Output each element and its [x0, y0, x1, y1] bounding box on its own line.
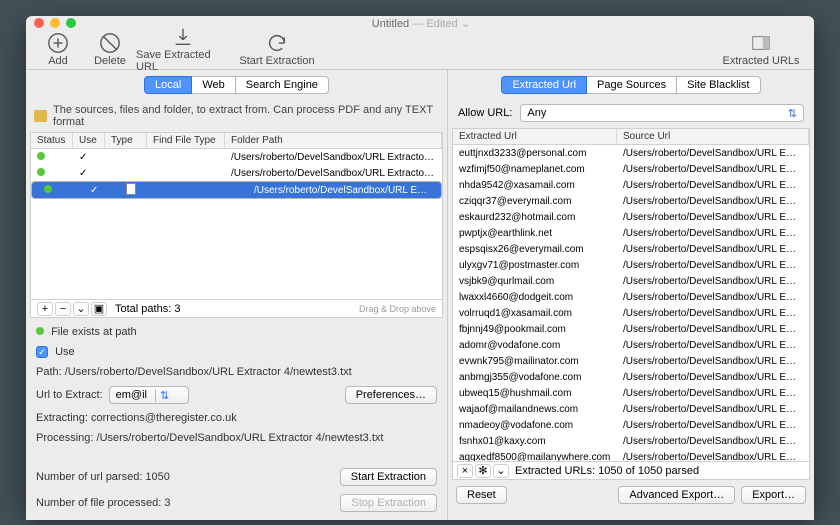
panel-icon [750, 32, 772, 54]
close-icon[interactable] [34, 18, 44, 28]
table-row[interactable]: ubweq15@hushmail.com/Users/roberto/Devel… [453, 385, 809, 401]
file-icon [126, 183, 136, 195]
file-exists-label: File exists at path [51, 326, 137, 338]
allow-url-label: Allow URL: [458, 107, 512, 119]
action-menu-button[interactable]: ⌄ [73, 302, 89, 316]
table-row[interactable]: ✓/Users/roberto/DevelSandbox/URL Extract… [31, 165, 442, 181]
table-row[interactable]: eskaurd232@hotmail.com/Users/roberto/Dev… [453, 209, 809, 225]
col-status[interactable]: Status [31, 133, 73, 148]
edited-indicator: — Edited [412, 18, 457, 30]
table-row[interactable]: nmadeoy@vodafone.com/Users/roberto/Devel… [453, 417, 809, 433]
no-entry-icon [99, 32, 121, 54]
table-row[interactable]: lwaxxl4660@dodgeit.com/Users/roberto/Dev… [453, 289, 809, 305]
left-tabs: Local Web Search Engine [26, 70, 447, 100]
table-row[interactable]: volrruqd1@xasamail.com/Users/roberto/Dev… [453, 305, 809, 321]
parsed-count: Number of url parsed: 1050 [36, 471, 170, 483]
minimize-icon[interactable] [50, 18, 60, 28]
preferences-button[interactable]: Preferences… [345, 386, 437, 404]
processing-status: Processing: /Users/roberto/DevelSandbox/… [26, 428, 447, 448]
start-extraction-button-2[interactable]: Start Extraction [340, 468, 437, 486]
dropdown-button[interactable]: ⌄ [493, 464, 509, 478]
delete-button[interactable]: Delete [84, 32, 136, 67]
table-row[interactable]: fbjnnj49@pookmail.com/Users/roberto/Deve… [453, 321, 809, 337]
extracted-footer: × ✻ ⌄ Extracted URLs: 1050 of 1050 parse… [453, 461, 809, 479]
toolbar: Add Delete Save Extracted URL Start Extr… [26, 30, 814, 70]
table-row[interactable]: ✓/Users/roberto/DevelSandbox/URL Extract… [31, 181, 442, 199]
reveal-button[interactable]: ▣ [91, 302, 107, 316]
source-hint: The sources, files and folder, to extrac… [26, 100, 447, 132]
remove-path-button[interactable]: − [55, 302, 71, 316]
right-tabs: Extracted Url Page Sources Site Blacklis… [448, 70, 814, 100]
right-pane: Extracted Url Page Sources Site Blacklis… [448, 70, 814, 520]
table-row[interactable]: cziqqr37@everymail.com/Users/roberto/Dev… [453, 193, 809, 209]
stop-extraction-button: Stop Extraction [340, 494, 437, 512]
tab-page-sources[interactable]: Page Sources [587, 76, 677, 94]
table-row[interactable]: nhda9542@xasamail.com/Users/roberto/Deve… [453, 177, 809, 193]
window-title: Untitled [372, 18, 409, 30]
col-fft[interactable]: Find File Type [147, 133, 225, 148]
table-row[interactable]: ✓/Users/roberto/DevelSandbox/URL Extract… [31, 149, 442, 165]
download-icon [172, 26, 194, 48]
refresh-icon [266, 32, 288, 54]
drag-drop-hint: Drag & Drop above [359, 304, 436, 314]
tab-local[interactable]: Local [144, 76, 192, 94]
zoom-icon[interactable] [66, 18, 76, 28]
table-row[interactable]: fsnhx01@kaxy.com/Users/roberto/DevelSand… [453, 433, 809, 449]
allow-url-select[interactable]: Any⇅ [520, 104, 804, 122]
col-extracted-url[interactable]: Extracted Url [453, 129, 617, 144]
url-to-extract-label: Url to Extract: [36, 389, 103, 401]
tab-web[interactable]: Web [192, 76, 235, 94]
clear-button[interactable]: × [457, 464, 473, 478]
plus-circle-icon [47, 32, 69, 54]
table-row[interactable]: wajaof@mailandnews.com/Users/roberto/Dev… [453, 401, 809, 417]
table-row[interactable]: ulyxgv71@postmaster.com/Users/roberto/De… [453, 257, 809, 273]
col-source-url[interactable]: Source Url [617, 129, 809, 144]
extracting-status: Extracting: corrections@theregister.co.u… [26, 408, 447, 428]
table-row[interactable]: wzfimjf50@nameplanet.com/Users/roberto/D… [453, 161, 809, 177]
status-dot-icon [37, 152, 45, 160]
reset-button[interactable]: Reset [456, 486, 507, 504]
save-url-button[interactable]: Save Extracted URL [136, 26, 230, 73]
app-window: Untitled — Edited ⌄ Add Delete Save Extr… [26, 16, 814, 510]
sources-table: Status Use Type Find File Type Folder Pa… [30, 132, 443, 318]
status-dot-icon [44, 185, 52, 193]
start-extraction-button[interactable]: Start Extraction [230, 32, 324, 67]
sources-footer: + − ⌄ ▣ Total paths: 3 Drag & Drop above [31, 299, 442, 317]
tab-search-engine[interactable]: Search Engine [236, 76, 329, 94]
use-label: Use [55, 346, 75, 358]
tab-extracted-url[interactable]: Extracted Url [501, 76, 587, 94]
table-row[interactable]: adomr@vodafone.com/Users/roberto/DevelSa… [453, 337, 809, 353]
add-path-button[interactable]: + [37, 302, 53, 316]
left-pane: Local Web Search Engine The sources, fil… [26, 70, 448, 520]
table-row[interactable]: euttjnxd3233@personal.com/Users/roberto/… [453, 145, 809, 161]
col-folder[interactable]: Folder Path [225, 133, 442, 148]
use-checkbox[interactable]: ✓ [36, 346, 48, 358]
total-paths: Total paths: 3 [115, 303, 180, 315]
table-row[interactable]: evwnk795@mailinator.com/Users/roberto/De… [453, 353, 809, 369]
extracted-urls-toggle[interactable]: Extracted URLs [714, 32, 808, 67]
table-row[interactable]: anbmgj355@vodafone.com/Users/roberto/Dev… [453, 369, 809, 385]
status-dot-icon [37, 168, 45, 176]
extracted-table: Extracted Url Source Url euttjnxd3233@pe… [452, 128, 810, 480]
table-row[interactable]: pwptjx@earthlink.net/Users/roberto/Devel… [453, 225, 809, 241]
folder-icon [34, 110, 47, 122]
export-button[interactable]: Export… [741, 486, 806, 504]
tab-site-blacklist[interactable]: Site Blacklist [677, 76, 760, 94]
table-row[interactable]: vsjbk9@qurlmail.com/Users/roberto/DevelS… [453, 273, 809, 289]
table-row[interactable]: aqqxedf8500@mailanywhere.com/Users/rober… [453, 449, 809, 461]
table-row[interactable]: espsqisx26@everymail.com/Users/roberto/D… [453, 241, 809, 257]
col-type[interactable]: Type [105, 133, 147, 148]
status-dot-icon [36, 327, 44, 335]
extracted-count: Extracted URLs: 1050 of 1050 parsed [515, 465, 699, 477]
files-processed-count: Number of file processed: 3 [36, 497, 171, 509]
path-value: /Users/roberto/DevelSandbox/URL Extracto… [65, 366, 352, 378]
advanced-export-button[interactable]: Advanced Export… [618, 486, 735, 504]
path-label: Path: [36, 366, 62, 378]
gear-button[interactable]: ✻ [475, 464, 491, 478]
add-button[interactable]: Add [32, 32, 84, 67]
url-to-extract-select[interactable]: em@il⇅ [109, 386, 189, 404]
col-use[interactable]: Use [73, 133, 105, 148]
